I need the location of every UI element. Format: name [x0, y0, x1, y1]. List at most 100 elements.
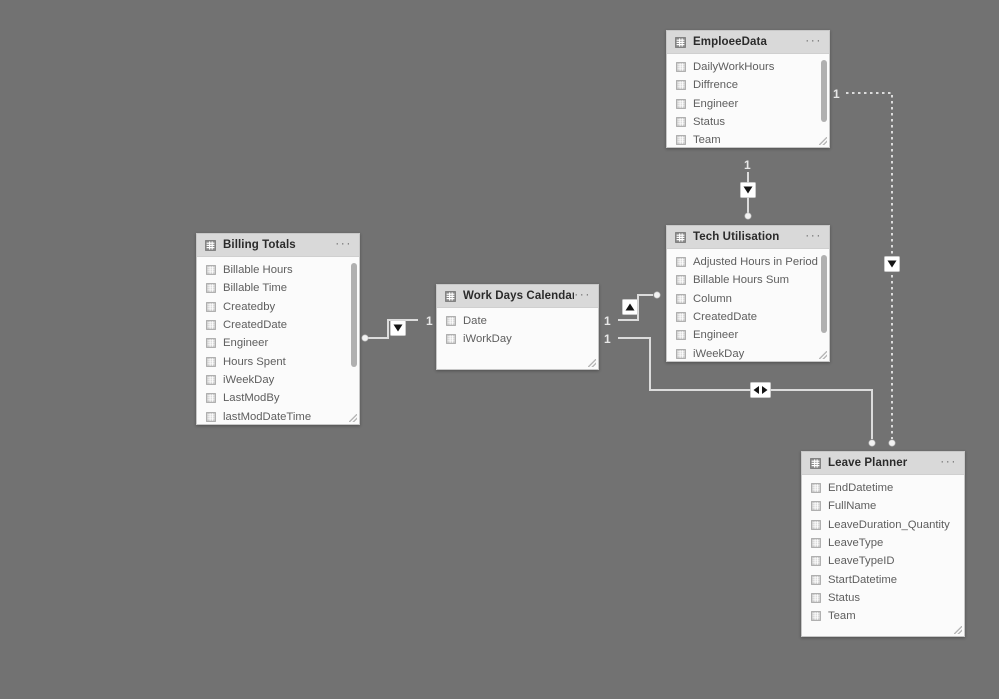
field-row[interactable]: Billable Hours Sum: [667, 271, 829, 289]
table-icon: [205, 239, 216, 251]
field-row[interactable]: Createdby: [197, 298, 359, 316]
field-row[interactable]: lastModDateTime: [197, 407, 359, 424]
field-label: EndDatetime: [828, 482, 894, 495]
field-label: Billable Hours: [223, 264, 293, 277]
field-label: Date: [463, 315, 487, 328]
field-label: Hours Spent: [223, 355, 286, 368]
field-label: Team: [828, 610, 856, 623]
column-icon: [811, 483, 821, 493]
field-label: Adjusted Hours in Period: [693, 256, 818, 269]
column-icon: [676, 62, 686, 72]
resize-handle[interactable]: [588, 359, 596, 367]
field-row[interactable]: Team: [802, 607, 964, 625]
model-canvas[interactable]: .rel-line { stroke:#dcdcdc; stroke-width…: [0, 0, 999, 699]
cardinality-label-5: 1: [833, 87, 840, 101]
table-header-tech-utilisation[interactable]: Tech Utilisation ···: [667, 226, 829, 249]
table-title: Work Days Calendar: [463, 290, 575, 302]
field-label: Createdby: [223, 300, 276, 313]
field-list: DailyWorkHours Diffrence Engineer Status…: [667, 54, 829, 147]
field-row[interactable]: Status: [667, 113, 829, 131]
field-row[interactable]: iWeekDay: [667, 344, 829, 361]
relationship-work-days-calendar-tech-utilisation[interactable]: 1: [604, 291, 661, 328]
table-card-work-days-calendar[interactable]: Work Days Calendar ··· Date iWorkDay: [436, 284, 599, 370]
field-row[interactable]: Status: [802, 589, 964, 607]
table-header-leave-planner[interactable]: Leave Planner ···: [802, 452, 964, 475]
field-row[interactable]: DailyWorkHours: [667, 58, 829, 76]
field-row[interactable]: Engineer: [667, 326, 829, 344]
column-icon: [206, 265, 216, 275]
field-row[interactable]: Billable Hours: [197, 261, 359, 279]
field-row[interactable]: iWeekDay: [197, 371, 359, 389]
field-row[interactable]: iWorkDay: [437, 330, 598, 348]
field-list-area-emploee-data: DailyWorkHours Diffrence Engineer Status…: [667, 54, 829, 147]
field-row[interactable]: LeaveTypeID: [802, 552, 964, 570]
table-menu-button[interactable]: ···: [805, 34, 822, 47]
relationship-emploeedata-leave-planner[interactable]: 1: [833, 87, 900, 447]
field-row[interactable]: LastModBy: [197, 389, 359, 407]
table-header-emploee-data[interactable]: EmploeeData ···: [667, 31, 829, 54]
column-icon: [206, 283, 216, 294]
table-card-billing-totals[interactable]: Billing Totals ··· Billable Hours Billab…: [196, 233, 360, 425]
field-label: DailyWorkHours: [693, 61, 775, 74]
column-icon: [446, 316, 456, 326]
field-row[interactable]: EndDatetime: [802, 479, 964, 497]
field-row[interactable]: Date: [437, 312, 598, 330]
table-icon: [810, 457, 821, 469]
column-icon: [811, 538, 821, 548]
field-list: Date iWorkDay: [437, 308, 598, 349]
cardinality-label-1: 1: [426, 314, 433, 328]
field-list-scrollbar[interactable]: [821, 255, 827, 333]
table-card-tech-utilisation[interactable]: Tech Utilisation ··· Adjusted Hours in P…: [666, 225, 830, 362]
column-icon: [811, 556, 821, 567]
field-list-area-tech-utilisation: Adjusted Hours in Period Billable Hours …: [667, 249, 829, 361]
column-icon: [206, 411, 216, 422]
field-label: iWorkDay: [463, 333, 512, 346]
field-row[interactable]: LeaveDuration_Quantity: [802, 516, 964, 534]
field-label: LeaveTypeID: [828, 555, 895, 568]
resize-handle[interactable]: [349, 414, 357, 422]
field-label: Diffrence: [693, 79, 738, 92]
table-header-work-days-calendar[interactable]: Work Days Calendar ···: [437, 285, 598, 308]
table-header-billing-totals[interactable]: Billing Totals ···: [197, 234, 359, 257]
field-row[interactable]: Team: [667, 131, 829, 147]
field-row[interactable]: Engineer: [197, 334, 359, 352]
field-list-area-work-days-calendar: Date iWorkDay: [437, 308, 598, 369]
field-row[interactable]: Adjusted Hours in Period: [667, 253, 829, 271]
table-menu-button[interactable]: ···: [940, 455, 957, 468]
table-menu-button[interactable]: ···: [335, 237, 352, 250]
field-label: CreatedDate: [223, 319, 288, 332]
field-row[interactable]: LeaveType: [802, 534, 964, 552]
field-row[interactable]: FullName: [802, 497, 964, 515]
field-row[interactable]: Engineer: [667, 95, 829, 113]
field-label: Team: [693, 134, 721, 147]
table-icon: [675, 36, 686, 48]
cardinality-label-2: 1: [604, 314, 611, 328]
field-row[interactable]: CreatedDate: [667, 308, 829, 326]
column-icon: [676, 293, 686, 304]
field-list: EndDatetime FullName LeaveDuration_Quant…: [802, 475, 964, 625]
resize-handle[interactable]: [954, 626, 962, 634]
field-row[interactable]: Column: [667, 290, 829, 308]
table-menu-button[interactable]: ···: [574, 288, 591, 301]
relationship-emploeedata-tech-utilisation[interactable]: 1: [740, 158, 756, 220]
field-label: FullName: [828, 500, 877, 513]
resize-handle[interactable]: [819, 351, 827, 359]
field-row[interactable]: Billable Time: [197, 279, 359, 297]
table-title: Billing Totals: [223, 239, 296, 251]
field-row[interactable]: Diffrence: [667, 76, 829, 94]
field-list-area-leave-planner: EndDatetime FullName LeaveDuration_Quant…: [802, 475, 964, 636]
field-list: Billable Hours Billable Time Createdby C…: [197, 257, 359, 424]
field-list-scrollbar[interactable]: [821, 60, 827, 122]
field-list-scrollbar[interactable]: [351, 263, 357, 367]
field-row[interactable]: StartDatetime: [802, 570, 964, 588]
table-card-emploee-data[interactable]: EmploeeData ··· DailyWorkHours Diffrence…: [666, 30, 830, 148]
relationship-billing-totals-work-days-calendar[interactable]: 1: [361, 314, 433, 342]
resize-handle[interactable]: [819, 137, 827, 145]
table-card-leave-planner[interactable]: Leave Planner ··· EndDatetime FullName L…: [801, 451, 965, 637]
field-label: Engineer: [693, 97, 739, 110]
table-icon: [445, 290, 456, 302]
field-row[interactable]: Hours Spent: [197, 352, 359, 370]
table-menu-button[interactable]: ···: [805, 229, 822, 242]
field-row[interactable]: CreatedDate: [197, 316, 359, 334]
column-icon: [206, 393, 216, 404]
